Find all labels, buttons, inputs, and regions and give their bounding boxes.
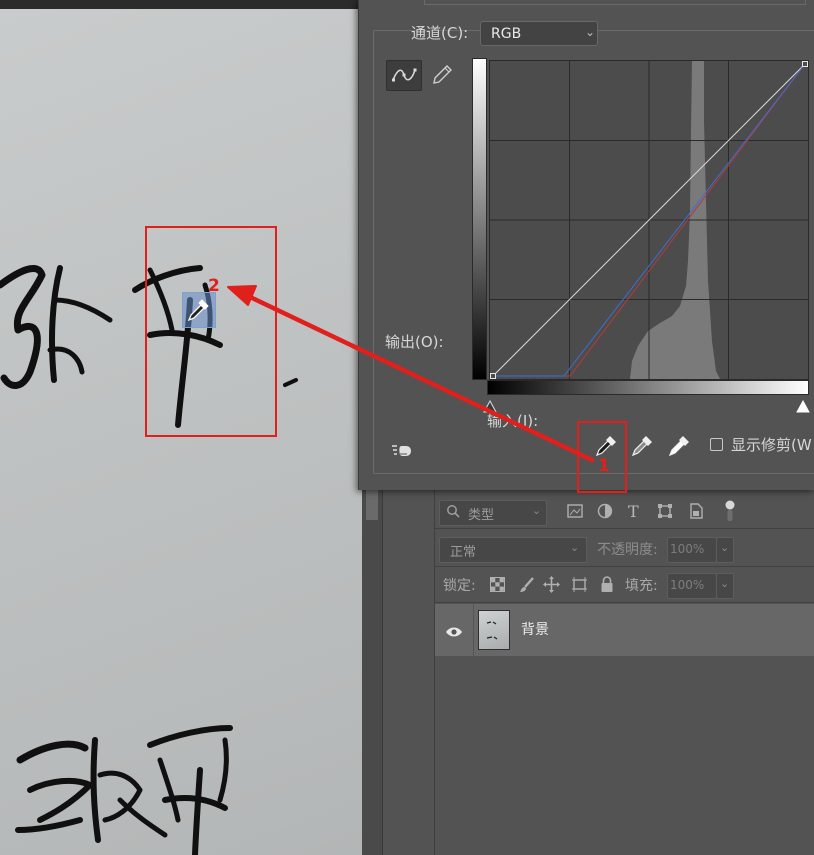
chevron-down-icon: ⌄ — [720, 541, 730, 554]
layer-filter-select[interactable]: 类型 ⌄ — [439, 500, 547, 526]
opacity-label: 不透明度: — [597, 542, 658, 558]
divider — [435, 602, 814, 603]
white-point-handle — [802, 61, 808, 67]
layer-visibility-toggle[interactable] — [435, 604, 474, 656]
filter-toggle-icon[interactable] — [724, 500, 736, 526]
opacity-value: 100% — [670, 542, 705, 556]
dialog-header — [359, 0, 814, 14]
divider — [435, 528, 814, 529]
fill-dropdown[interactable]: ⌄ — [716, 573, 734, 599]
lock-transparent-pixels-icon[interactable] — [490, 577, 505, 596]
curve-point-tool-button[interactable] — [386, 60, 422, 91]
chevron-down-icon: ⌄ — [532, 504, 542, 517]
annotation-marker-2: 2 — [208, 276, 220, 296]
adjustment-layer-filter-icon[interactable] — [597, 503, 613, 523]
show-clipping-label: 显示修剪(W — [731, 436, 812, 454]
black-point-handle — [490, 373, 496, 379]
white-point-eyedropper[interactable] — [667, 434, 691, 458]
eyedropper-white-icon — [668, 436, 689, 457]
chevron-down-icon: ⌄ — [570, 541, 580, 554]
annotation-box-target — [145, 226, 277, 437]
output-gradient-bar — [472, 58, 487, 380]
pixel-layer-filter-icon[interactable] — [567, 503, 583, 523]
opacity-dropdown[interactable]: ⌄ — [716, 537, 734, 563]
curves-dialog: 通道(C): RGB ⌄ 输出(O): 输入(I): 显示修剪(W — [358, 0, 814, 490]
layer-name: 背景 — [521, 622, 549, 638]
divider — [435, 566, 814, 567]
filter-type-label: 类型 — [468, 508, 495, 523]
annotation-marker-1: 1 — [598, 456, 610, 476]
channel-value: RGB — [491, 26, 522, 42]
layer-row-background[interactable]: 背景 — [435, 604, 814, 656]
layer-thumbnail — [478, 610, 510, 650]
chevron-down-icon: ⌄ — [720, 577, 730, 590]
show-clipping-checkbox[interactable] — [710, 438, 723, 451]
fill-label: 填充: — [625, 578, 658, 594]
search-icon — [446, 503, 460, 523]
layers-panel: 类型 ⌄ T 正常 ⌄ 不透明度: 100% ⌄ 锁定: 填充: 100% ⌄ … — [434, 490, 814, 855]
channel-label: 通道(C): — [411, 24, 469, 42]
type-layer-filter-icon[interactable]: T — [628, 502, 639, 521]
channel-select[interactable]: RGB ⌄ — [480, 21, 598, 46]
pencil-icon — [430, 63, 454, 91]
lock-position-icon[interactable] — [543, 576, 560, 597]
scrollbar-thumb[interactable] — [366, 490, 378, 520]
auto-adjust-hand-tool[interactable] — [391, 440, 417, 464]
lock-artboard-icon[interactable] — [571, 576, 588, 597]
lock-label: 锁定: — [443, 578, 476, 594]
input-gradient-bar — [487, 380, 809, 395]
pencil-draw-tool-button[interactable] — [427, 60, 457, 89]
lock-all-icon[interactable] — [600, 576, 614, 597]
eye-icon — [445, 623, 463, 642]
curves-graph[interactable] — [489, 60, 809, 380]
thumbnail-handwriting — [486, 621, 498, 640]
fill-value: 100% — [670, 578, 705, 592]
curves-histogram-chart — [490, 61, 808, 379]
input-label: 输入(I): — [487, 412, 539, 430]
opacity-input[interactable]: 100% — [667, 537, 717, 563]
lock-image-pixels-icon[interactable] — [519, 576, 535, 597]
fill-input[interactable]: 100% — [667, 573, 717, 599]
gray-point-eyedropper[interactable] — [630, 434, 654, 458]
smart-object-filter-icon[interactable] — [688, 502, 704, 524]
chevron-down-icon: ⌄ — [585, 25, 596, 39]
eyedropper-cursor — [182, 292, 216, 328]
hand-drag-icon — [392, 445, 411, 456]
eyedropper-cursor-icon — [187, 299, 209, 322]
blend-mode-select[interactable]: 正常 ⌄ — [439, 537, 587, 563]
shape-layer-filter-icon[interactable] — [657, 503, 673, 523]
curve-icon — [391, 66, 417, 88]
white-input-slider[interactable] — [796, 398, 810, 417]
canvas-top-bar — [0, 0, 362, 9]
eyedropper-gray-icon — [631, 436, 652, 457]
output-label: 输出(O): — [385, 333, 444, 351]
blend-mode-value: 正常 — [450, 545, 477, 560]
